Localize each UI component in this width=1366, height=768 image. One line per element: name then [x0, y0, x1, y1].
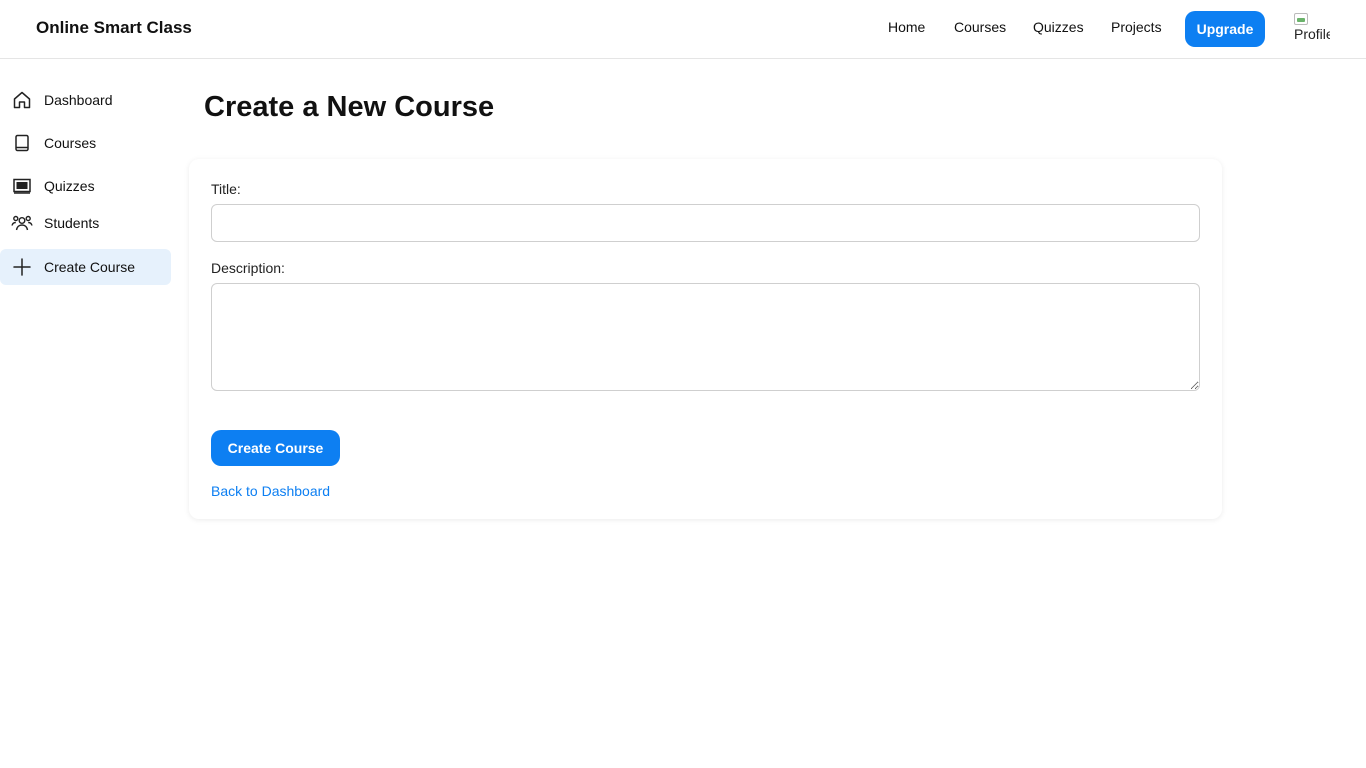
create-course-form: Title: Description: Create Course Back t… — [189, 159, 1222, 519]
users-icon — [11, 212, 33, 234]
sidebar-item-label: Create Course — [44, 259, 136, 275]
nav-link-home[interactable]: Home — [888, 19, 925, 35]
broken-image-icon — [1294, 13, 1308, 25]
book-icon — [11, 132, 33, 154]
avatar-alt-text: Profile — [1294, 26, 1330, 41]
sidebar-item-label: Students — [44, 215, 100, 231]
plus-icon — [11, 256, 33, 278]
avatar[interactable]: Profile — [1294, 13, 1330, 41]
sidebar-item-quizzes[interactable]: Quizzes — [0, 168, 171, 204]
create-course-button[interactable]: Create Course — [211, 430, 340, 466]
top-bar: Online Smart Class Home Courses Quizzes … — [0, 0, 1366, 59]
page-title: Create a New Course — [204, 91, 495, 123]
sidebar-item-dashboard[interactable]: Dashboard — [0, 82, 171, 118]
sidebar-item-label: Quizzes — [44, 178, 95, 194]
brand-title[interactable]: Online Smart Class — [36, 18, 192, 38]
title-input[interactable] — [211, 204, 1200, 242]
nav-link-courses[interactable]: Courses — [954, 19, 1006, 35]
nav-link-quizzes[interactable]: Quizzes — [1033, 19, 1084, 35]
chalkboard-icon — [11, 175, 33, 197]
sidebar-item-courses[interactable]: Courses — [0, 125, 171, 161]
sidebar-item-students[interactable]: Students — [0, 205, 171, 241]
title-label: Title: — [211, 181, 241, 197]
upgrade-button[interactable]: Upgrade — [1185, 11, 1265, 47]
sidebar-item-create-course[interactable]: Create Course — [0, 249, 171, 285]
description-label: Description: — [211, 260, 285, 276]
description-textarea[interactable] — [211, 283, 1200, 391]
sidebar-item-label: Dashboard — [44, 92, 113, 108]
sidebar: Dashboard Courses Quizzes Students Creat… — [0, 59, 180, 768]
nav-link-projects[interactable]: Projects — [1111, 19, 1162, 35]
back-to-dashboard-link[interactable]: Back to Dashboard — [211, 483, 330, 499]
sidebar-item-label: Courses — [44, 135, 97, 151]
home-icon — [11, 89, 33, 111]
